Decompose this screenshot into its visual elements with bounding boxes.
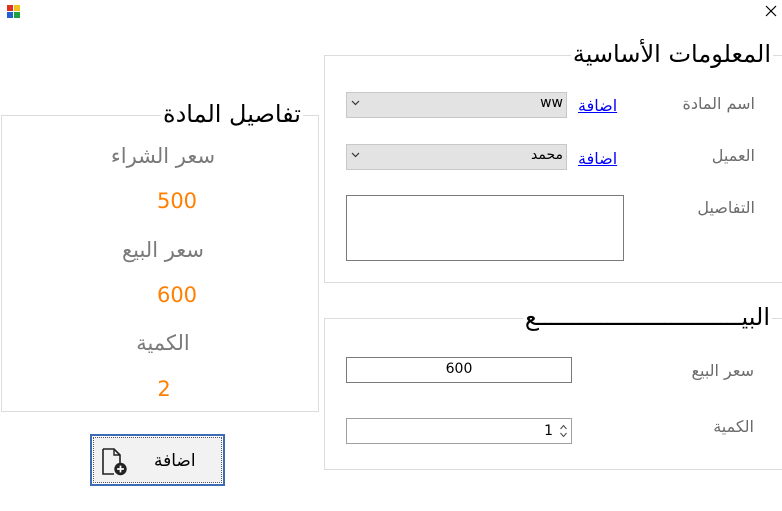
- close-button[interactable]: [762, 2, 780, 20]
- add-button-label: اضافة: [154, 451, 196, 471]
- material-name-label: اسم المادة: [682, 94, 755, 113]
- purchase-price-label: سعر الشراء: [110, 144, 216, 168]
- add-button-focus-frame: اضافة: [93, 437, 222, 483]
- customer-add-link[interactable]: اضافة: [578, 149, 617, 168]
- quantity-stepper[interactable]: 1: [346, 418, 572, 444]
- chevron-down-icon: [351, 100, 360, 106]
- purchase-price-value: 500: [156, 189, 198, 213]
- details-textarea[interactable]: [346, 195, 624, 261]
- sale-price-value: 600: [445, 361, 473, 377]
- quantity-value: 1: [544, 423, 553, 439]
- quantity-label: الكمية: [713, 417, 754, 436]
- material-combo-value: ww: [540, 95, 563, 111]
- quantity-detail-value: 2: [157, 377, 171, 401]
- material-details-title: تفاصيل المادة: [161, 100, 303, 128]
- details-label: التفاصيل: [697, 198, 755, 217]
- customer-combo[interactable]: محمد: [346, 144, 567, 170]
- customer-combo-value: محمد: [531, 147, 563, 163]
- sale-price-label: سعر البيع: [691, 361, 754, 380]
- add-button[interactable]: اضافة: [90, 434, 225, 486]
- material-add-link[interactable]: اضافة: [578, 96, 617, 115]
- material-combo[interactable]: ww: [346, 92, 567, 118]
- sale-title: البيـــــــــــــــــــــــــــــع: [522, 303, 772, 331]
- app-icon: [7, 5, 20, 18]
- sale-group: [324, 318, 782, 470]
- sale-price-detail-value: 600: [156, 283, 198, 307]
- close-icon: [765, 5, 777, 17]
- sale-price-input[interactable]: 600: [346, 357, 572, 383]
- quantity-detail-label: الكمية: [136, 331, 190, 355]
- add-document-icon: [102, 448, 127, 476]
- chevron-down-icon: [351, 152, 360, 158]
- stepper-arrows-icon[interactable]: [559, 422, 568, 440]
- sale-price-detail-label: سعر البيع: [121, 238, 205, 262]
- customer-label: العميل: [711, 146, 755, 165]
- basic-info-title: المعلومات الأساسية: [570, 40, 773, 68]
